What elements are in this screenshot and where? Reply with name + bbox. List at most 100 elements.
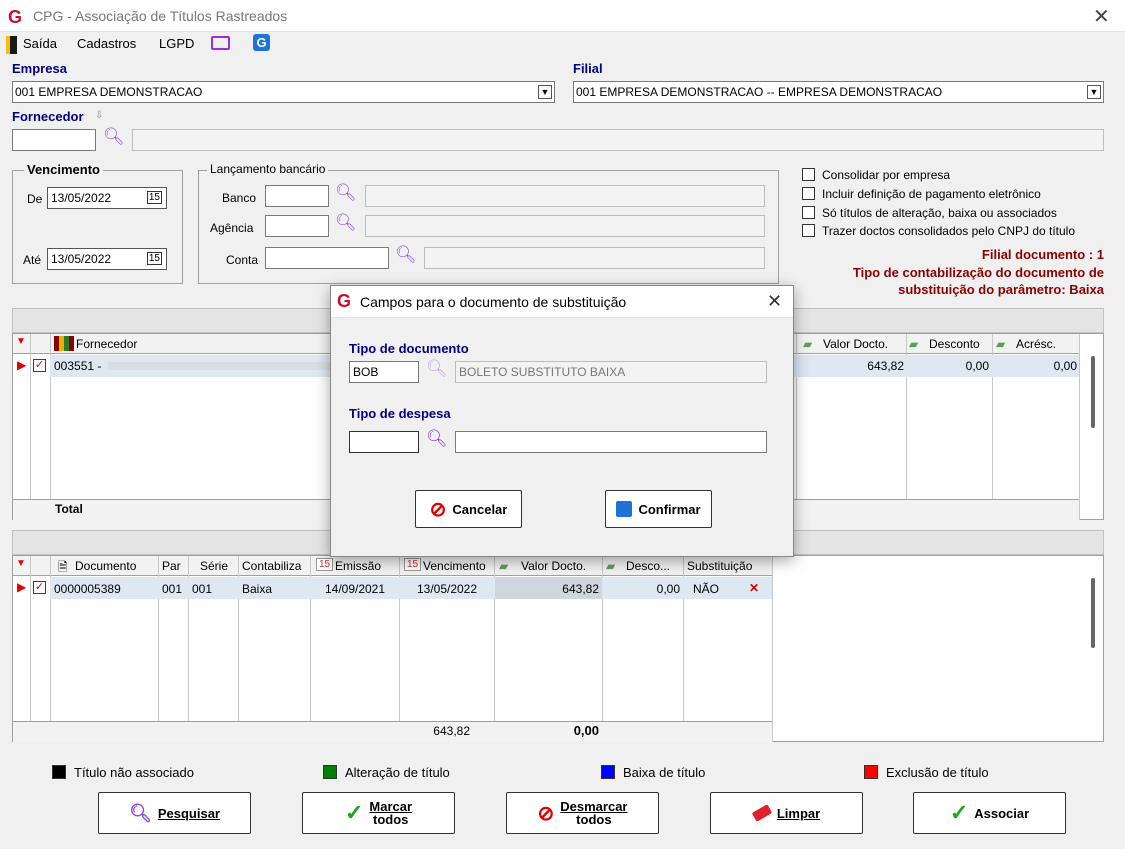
legend-alteracao: Alteração de título (345, 765, 450, 780)
col-serie[interactable]: Série (200, 559, 228, 573)
row-desconto: 0,00 (656, 582, 680, 596)
agencia-name-input (365, 215, 765, 237)
col-emissao[interactable]: Emissão (335, 559, 381, 573)
doctos-cnpj-label: Trazer doctos consolidados pelo CNPJ do … (822, 224, 1076, 238)
calendar-icon[interactable]: 15 (146, 191, 162, 204)
tipo-despesa-code-input[interactable] (349, 431, 419, 453)
col-valor[interactable]: Valor Docto. (823, 337, 888, 351)
close-icon[interactable]: ✕ (767, 291, 782, 312)
so-titulos-checkbox[interactable] (802, 206, 815, 219)
search-icon: 🔍︎ (128, 802, 152, 823)
tipo-despesa-label: Tipo de despesa (349, 406, 451, 421)
calendar-icon[interactable]: 15 (146, 252, 162, 265)
fornecedor-icon (54, 336, 74, 351)
menu-lgpd[interactable]: LGPD (159, 36, 194, 51)
desmarcar-todos-label: Desmarcar todos (560, 800, 627, 826)
sort-down-icon[interactable]: ▼ (16, 336, 26, 347)
doctos-cnpj-checkbox[interactable] (802, 224, 815, 237)
document-icon: 🗎 (58, 560, 68, 574)
search-icon[interactable]: 🔍︎ (335, 183, 357, 203)
col-contabiliza[interactable]: Contabiliza (242, 559, 301, 573)
app-logo-icon: G (8, 7, 23, 27)
marcar-todos-button[interactable]: ✓ Marcar todos (302, 792, 455, 834)
menu-exit[interactable]: Saída (23, 36, 57, 51)
tipo-contabilizacao-line2: substituição do parâmetro: Baixa (898, 282, 1104, 297)
row-checkbox[interactable]: ✓ (33, 581, 46, 594)
vertical-scrollbar[interactable] (1091, 578, 1095, 648)
app-g-icon[interactable]: G (253, 34, 270, 51)
check-icon: ✓ (344, 800, 364, 825)
row-valor: 643,82 (867, 359, 904, 373)
legend-exclusao: Exclusão de título (886, 765, 989, 780)
exit-icon[interactable] (6, 36, 17, 54)
tipo-despesa-name-input[interactable] (455, 431, 767, 453)
search-icon[interactable]: 🔍︎ (426, 359, 448, 379)
chevron-down-icon[interactable]: ▼ (1087, 85, 1101, 99)
fornecedor-name-input (132, 129, 1104, 151)
col-fornecedor[interactable]: Fornecedor (76, 337, 137, 351)
limpar-label: Limpar (776, 805, 821, 821)
row-pointer-icon: ▶ (17, 358, 27, 372)
consolidar-checkbox[interactable] (802, 168, 815, 181)
monitor-icon[interactable] (211, 36, 230, 50)
pin-icon: ⇩ (95, 110, 104, 121)
from-label: De (27, 192, 43, 206)
totals-row (13, 721, 772, 742)
search-icon[interactable]: 🔍︎ (395, 245, 417, 265)
associar-label: Associar (974, 805, 1030, 821)
chevron-down-icon[interactable]: ▼ (538, 85, 552, 99)
pagamento-eletronico-checkbox[interactable] (802, 187, 815, 200)
menu-registers[interactable]: Cadastros (77, 36, 136, 51)
cancel-button[interactable]: ⊘ Cancelar (415, 490, 522, 528)
col-valor[interactable]: Valor Docto. (521, 559, 586, 573)
conta-name-input (424, 247, 765, 269)
date-to-value: 13/05/2022 (51, 252, 112, 266)
row-contabiliza: Baixa (242, 582, 273, 596)
empresa-label: Empresa (12, 61, 67, 76)
confirm-button[interactable]: Confirmar (605, 490, 712, 528)
money-icon: ▰ (996, 337, 1006, 351)
col-par[interactable]: Par (162, 559, 181, 573)
banco-input[interactable] (265, 185, 329, 207)
search-icon[interactable]: 🔍︎ (335, 213, 357, 233)
date-from-input[interactable]: 13/05/2022 15 (47, 187, 167, 209)
calendar-icon: 15 (316, 558, 334, 571)
row-checkbox[interactable]: ✓ (33, 359, 46, 372)
col-desconto[interactable]: Desco... (626, 559, 670, 573)
dialog-title-bar: G Campos para o documento de substituiçã… (331, 286, 793, 318)
fornecedor-code-input[interactable] (12, 129, 96, 151)
pesquisar-button[interactable]: 🔍︎ Pesquisar (98, 792, 251, 834)
associar-button[interactable]: ✓ Associar (913, 792, 1066, 834)
close-icon[interactable]: ✕ (1093, 4, 1110, 29)
money-icon: ▰ (499, 559, 509, 573)
conta-input[interactable] (265, 247, 389, 269)
col-documento[interactable]: Documento (75, 559, 136, 573)
confirm-label: Confirmar (638, 501, 701, 517)
col-desconto[interactable]: Desconto (929, 337, 980, 351)
search-icon[interactable]: 🔍︎ (103, 127, 125, 147)
bank-title: Lançamento bancário (207, 162, 329, 176)
limpar-button[interactable]: Limpar (710, 792, 863, 834)
col-vencimento[interactable]: Vencimento (423, 559, 486, 573)
tipo-documento-code-input[interactable]: BOB (349, 361, 419, 383)
filial-select[interactable]: 001 EMPRESA DEMONSTRACAO -- EMPRESA DEMO… (573, 81, 1104, 103)
row-emissao: 14/09/2021 (324, 582, 386, 596)
row-pointer-icon: ▶ (17, 580, 27, 594)
vertical-scrollbar[interactable] (1091, 356, 1095, 428)
agencia-input[interactable] (265, 215, 329, 237)
marcar-todos-label: Marcar todos (369, 800, 412, 826)
col-substituicao[interactable]: Substituição (687, 559, 752, 573)
substitution-dialog: G Campos para o documento de substituiçã… (330, 285, 794, 557)
delete-icon[interactable]: ✕ (749, 581, 759, 595)
to-label: Até (23, 253, 42, 267)
desmarcar-todos-button[interactable]: ⊘ Desmarcar todos (506, 792, 659, 834)
sort-down-icon[interactable]: ▼ (16, 558, 26, 569)
col-acresc[interactable]: Acrésc. (1016, 337, 1056, 351)
eraser-icon (751, 804, 773, 822)
redacted-name (108, 362, 338, 370)
date-to-input[interactable]: 13/05/2022 15 (47, 248, 167, 270)
legend-red-swatch (864, 765, 878, 779)
search-icon[interactable]: 🔍︎ (426, 429, 448, 449)
pesquisar-label: Pesquisar (157, 805, 220, 821)
empresa-select[interactable]: 001 EMPRESA DEMONSTRACAO ▼ (12, 81, 555, 103)
